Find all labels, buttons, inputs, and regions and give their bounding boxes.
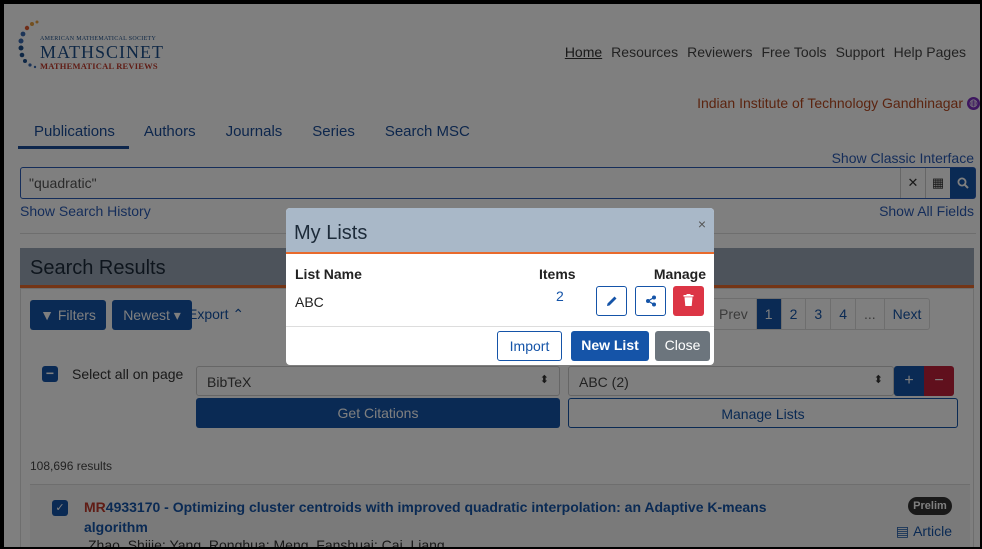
modal-title: My Lists: [294, 222, 368, 244]
page: AMERICAN MATHEMATICAL SOCIETY MATHSCINET…: [4, 4, 980, 547]
list-name: ABC: [295, 294, 324, 310]
share-icon: [645, 295, 656, 307]
pencil-icon: [606, 296, 616, 306]
trash-icon: [683, 294, 694, 306]
screenshot-frame: AMERICAN MATHEMATICAL SOCIETY MATHSCINET…: [0, 0, 982, 549]
modal-header: My Lists ×: [286, 208, 714, 254]
delete-list-button[interactable]: [673, 286, 704, 316]
edit-list-button[interactable]: [596, 286, 627, 316]
new-list-button[interactable]: New List: [571, 331, 649, 361]
import-button[interactable]: Import: [497, 331, 562, 361]
col-list-name: List Name: [295, 266, 362, 282]
my-lists-modal: My Lists × List Name Items Manage ABC 2 …: [286, 208, 714, 365]
modal-divider: [286, 326, 714, 327]
share-list-button[interactable]: [635, 286, 666, 316]
close-button[interactable]: Close: [655, 331, 710, 361]
col-manage: Manage: [653, 266, 706, 282]
col-items: Items: [539, 266, 576, 282]
close-icon[interactable]: ×: [698, 216, 706, 232]
list-items-count[interactable]: 2: [556, 288, 564, 304]
